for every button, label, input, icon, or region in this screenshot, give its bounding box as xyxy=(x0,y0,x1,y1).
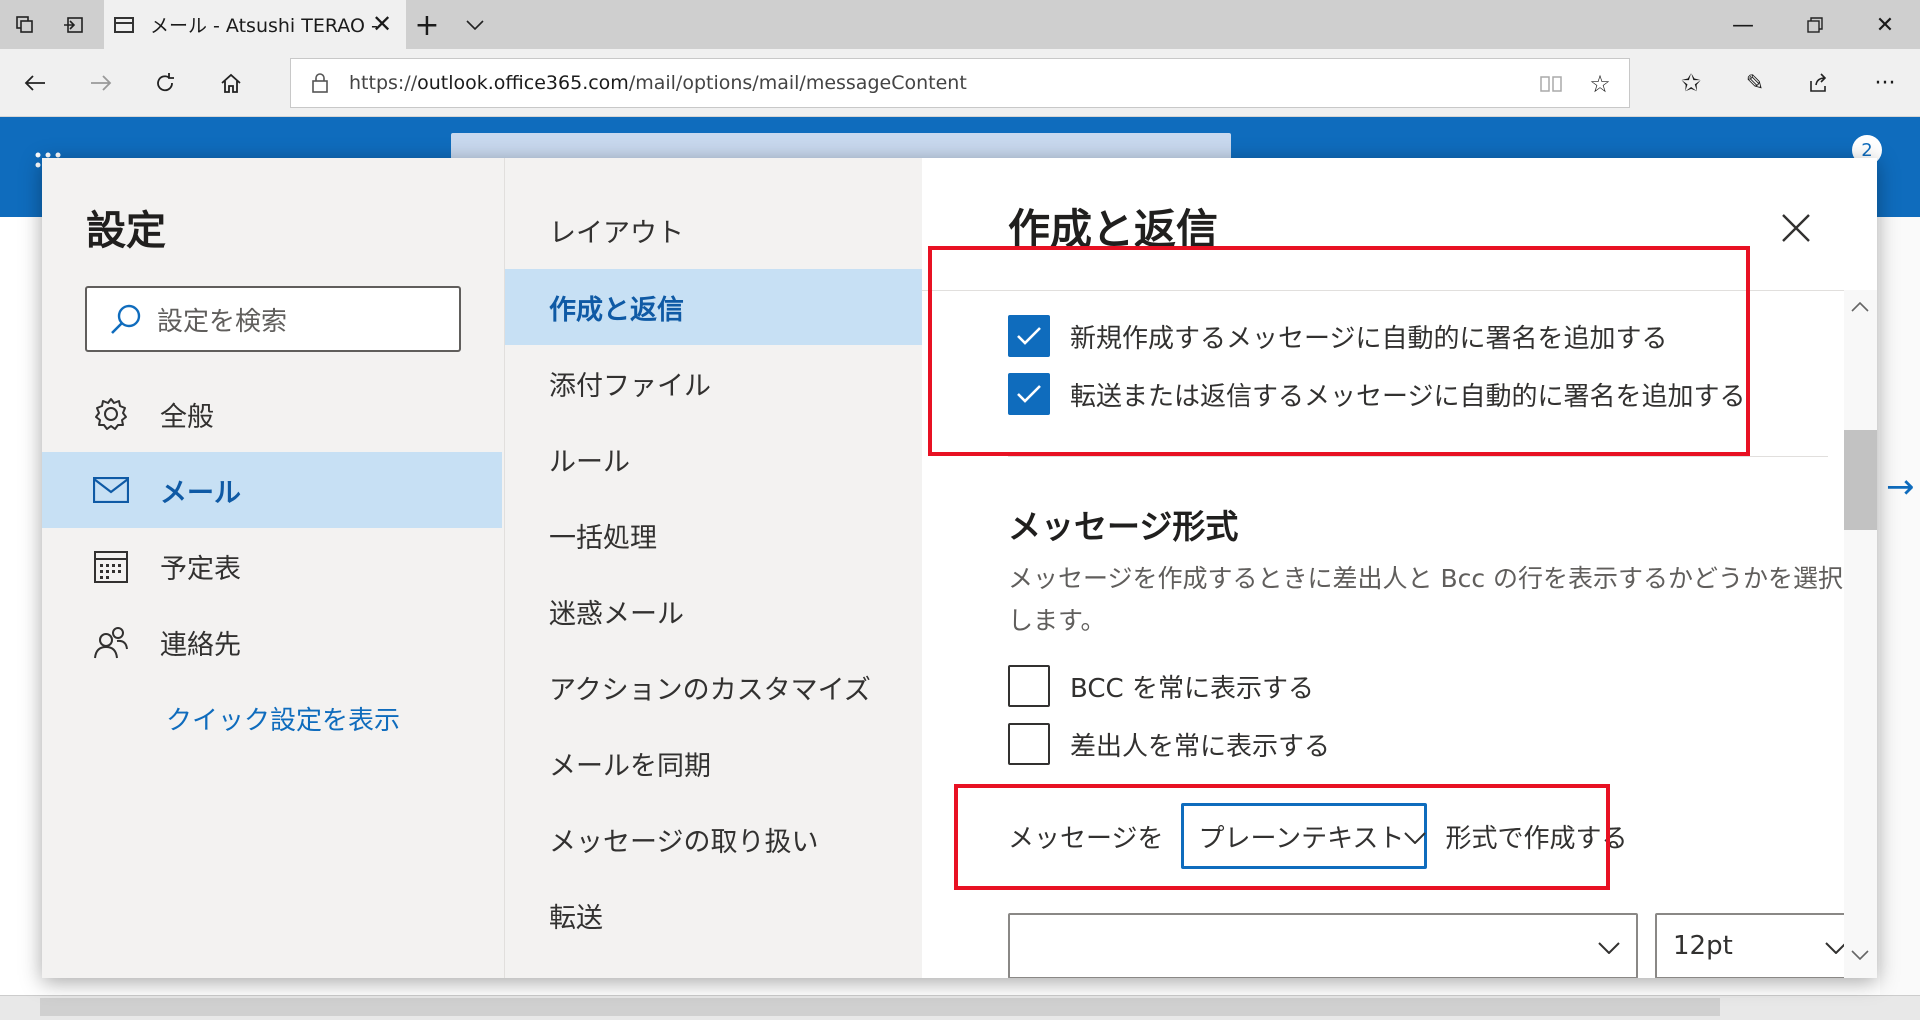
auto-signature-new-checkbox[interactable] xyxy=(1008,315,1050,357)
calendar-icon xyxy=(90,545,132,587)
font-size-dropdown[interactable]: 12pt xyxy=(1655,913,1865,978)
forward-icon[interactable] xyxy=(84,66,118,100)
settings-search-input[interactable]: 設定を検索 xyxy=(85,286,461,352)
always-show-from-checkbox[interactable] xyxy=(1008,723,1050,765)
always-show-from-option[interactable]: 差出人を常に表示する xyxy=(1008,716,1330,772)
compose-reply-pane: 作成と返信 新規作成するメッセージに自動的に署名を追加する 転送または返信するメ… xyxy=(922,158,1877,978)
mail-nav-forwarding[interactable]: 転送 xyxy=(505,877,923,953)
browser-address-bar: https://outlook.office365.com/mail/optio… xyxy=(0,49,1920,117)
scroll-up-chevron-icon[interactable] xyxy=(1849,296,1871,318)
notes-pen-icon[interactable]: ✎ xyxy=(1738,66,1772,100)
restore-icon[interactable] xyxy=(1800,10,1830,40)
settings-category-general[interactable]: 全般 xyxy=(42,376,502,452)
font-size-value: 12pt xyxy=(1673,931,1733,961)
settings-search-placeholder: 設定を検索 xyxy=(157,306,288,337)
mail-nav-customize-actions[interactable]: アクションのカスタマイズ xyxy=(505,649,923,725)
scroll-down-chevron-icon[interactable] xyxy=(1849,944,1871,966)
mail-nav-layout[interactable]: レイアウト xyxy=(505,192,923,268)
arrow-right-icon[interactable]: → xyxy=(1886,467,1915,507)
font-family-dropdown[interactable] xyxy=(1008,913,1638,978)
settings-category-calendar[interactable]: 予定表 xyxy=(42,528,502,604)
mail-nav-junk[interactable]: 迷惑メール xyxy=(505,573,923,649)
browser-tab-active[interactable]: メール - Atsushi TERAO - ✕ xyxy=(104,0,406,49)
checkbox-label: 新規作成するメッセージに自動的に署名を追加する xyxy=(1070,323,1668,354)
chevron-down-icon xyxy=(1404,821,1427,851)
new-tab-icon[interactable]: + xyxy=(410,8,444,43)
share-icon[interactable] xyxy=(1802,66,1836,100)
address-field[interactable]: https://outlook.office365.com/mail/optio… xyxy=(290,58,1630,108)
mail-icon xyxy=(90,469,132,511)
pane-vertical-scrollbar[interactable] xyxy=(1844,290,1877,978)
always-show-bcc-checkbox[interactable] xyxy=(1008,665,1050,707)
mail-nav-sync[interactable]: メールを同期 xyxy=(505,725,923,801)
compose-format-suffix: 形式で作成する xyxy=(1445,823,1628,854)
settings-category-contacts[interactable]: 連絡先 xyxy=(42,604,502,680)
mail-nav-attachments[interactable]: 添付ファイル xyxy=(505,345,923,421)
message-format-description: メッセージを作成するときに差出人と Bcc の行を表示するかどうかを選択します。 xyxy=(1008,564,1844,635)
mail-nav-message-handling[interactable]: メッセージの取り扱い xyxy=(505,801,923,877)
favorites-icon[interactable]: ✩ xyxy=(1674,66,1708,100)
settings-category-mail[interactable]: メール xyxy=(42,452,502,528)
back-icon[interactable] xyxy=(18,66,52,100)
chevron-down-icon xyxy=(1598,931,1620,961)
checkbox-label: BCC を常に表示する xyxy=(1070,673,1314,704)
auto-signature-new-option[interactable]: 新規作成するメッセージに自動的に署名を追加する xyxy=(1008,308,1667,364)
category-label: 予定表 xyxy=(160,553,241,585)
mail-nav-rules[interactable]: ルール xyxy=(505,421,923,497)
mail-nav-compose-reply[interactable]: 作成と返信 xyxy=(505,269,923,345)
gear-icon xyxy=(90,393,132,435)
compose-format-prefix: メッセージを xyxy=(1008,823,1164,854)
settings-title: 設定 xyxy=(86,208,166,254)
set-aside-tabs-icon[interactable] xyxy=(58,10,88,40)
home-icon[interactable] xyxy=(214,66,248,100)
reading-view-icon[interactable] xyxy=(1537,70,1565,98)
refresh-icon[interactable] xyxy=(148,66,182,100)
browser-tab-bar: メール - Atsushi TERAO - ✕ + — ✕ xyxy=(0,0,1920,49)
compose-format-row: メッセージを プレーンテキスト 形式で作成する xyxy=(1008,803,1628,869)
outlook-reading-pane-edge: → xyxy=(1880,217,1920,997)
pane-scrollbar-thumb[interactable] xyxy=(1844,430,1877,530)
quick-settings-link[interactable]: クイック設定を表示 xyxy=(166,700,400,737)
tab-list-icon[interactable] xyxy=(10,10,40,40)
more-icon[interactable]: ··· xyxy=(1868,66,1902,100)
page-icon xyxy=(114,16,134,33)
compose-format-value: プレーンテキスト xyxy=(1198,823,1405,854)
auto-signature-reply-checkbox[interactable] xyxy=(1008,373,1050,415)
close-icon[interactable] xyxy=(1772,204,1820,252)
settings-category-pane: 設定 設定を検索 全般 メール 予定表 連絡先 クイック設定を表示 xyxy=(42,158,504,978)
category-label: メール xyxy=(160,477,241,509)
category-label: 全般 xyxy=(160,401,214,433)
lock-icon xyxy=(309,71,331,95)
section-divider xyxy=(1008,456,1828,457)
auto-signature-reply-option[interactable]: 転送または返信するメッセージに自動的に署名を追加する xyxy=(1008,366,1745,422)
tab-preview-chevron-icon[interactable] xyxy=(458,8,492,42)
horizontal-scrollbar[interactable] xyxy=(40,998,1720,1016)
always-show-bcc-option[interactable]: BCC を常に表示する xyxy=(1008,658,1314,714)
pane-title: 作成と返信 xyxy=(1008,205,1219,254)
favorite-star-icon[interactable]: ☆ xyxy=(1585,69,1615,99)
close-tab-icon[interactable]: ✕ xyxy=(368,10,396,38)
checkbox-label: 転送または返信するメッセージに自動的に署名を追加する xyxy=(1070,381,1746,412)
tab-title: メール - Atsushi TERAO - xyxy=(150,15,378,37)
message-format-title: メッセージ形式 xyxy=(1008,507,1239,546)
people-icon xyxy=(90,621,132,663)
mail-nav-sweep[interactable]: 一括処理 xyxy=(505,497,923,573)
mail-settings-nav: レイアウト 作成と返信 添付ファイル ルール 一括処理 迷惑メール アクションの… xyxy=(504,158,923,978)
checkbox-label: 差出人を常に表示する xyxy=(1070,731,1331,762)
settings-dialog: 設定 設定を検索 全般 メール 予定表 連絡先 クイック設定を表示 レイアウト … xyxy=(42,158,1877,978)
category-label: 連絡先 xyxy=(160,629,241,661)
search-icon xyxy=(109,302,143,336)
compose-format-select[interactable]: プレーンテキスト xyxy=(1181,803,1428,869)
close-window-icon[interactable]: ✕ xyxy=(1870,10,1900,40)
minimize-icon[interactable]: — xyxy=(1728,10,1758,40)
url-text: https://outlook.office365.com/mail/optio… xyxy=(349,72,967,94)
